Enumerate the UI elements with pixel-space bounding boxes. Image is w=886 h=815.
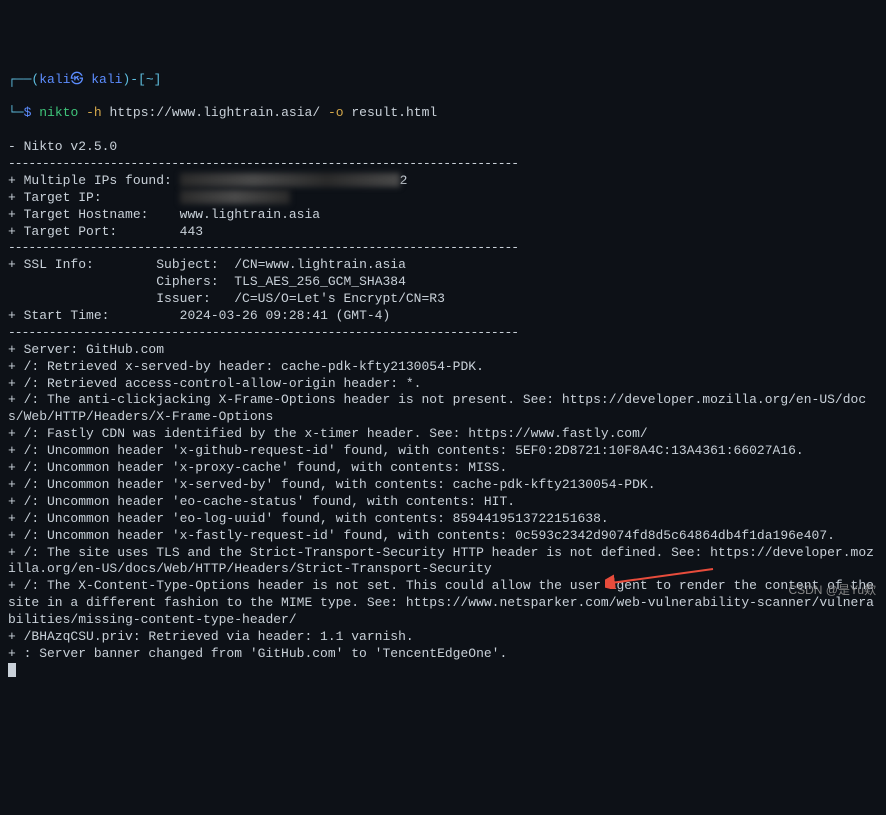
output-line: + /: Retrieved x-served-by header: cache… — [8, 359, 484, 374]
separator: ----------------------------------------… — [8, 156, 518, 171]
redacted-block — [180, 173, 400, 187]
output-line: + /: Uncommon header 'x-served-by' found… — [8, 477, 656, 492]
output-line: + /: Uncommon header 'eo-cache-status' f… — [8, 494, 515, 509]
output-line: + /: Uncommon header 'eo-log-uuid' found… — [8, 511, 609, 526]
output-line: + /: The X-Content-Type-Options header i… — [8, 578, 882, 627]
ssl-issuer-line: Issuer: /C=US/O=Let's Encrypt/CN=R3 — [8, 291, 445, 306]
output-line: + /: Uncommon header 'x-github-request-i… — [8, 443, 804, 458]
target-hostname-line: + Target Hostname: www.lightrain.asia — [8, 207, 320, 222]
ssl-subject-line: + SSL Info: Subject: /CN=www.lightrain.a… — [8, 257, 406, 272]
redacted-block — [180, 190, 290, 204]
output-line: + /BHAzqCSU.priv: Retrieved via header: … — [8, 629, 414, 644]
target-port-line: + Target Port: 443 — [8, 224, 203, 239]
start-time-line: + Start Time: 2024-03-26 09:28:41 (GMT-4… — [8, 308, 390, 323]
cursor — [8, 663, 16, 677]
output-line: + Server: GitHub.com — [8, 342, 164, 357]
target-ip-line: + Target IP: — [8, 190, 290, 205]
multi-ip-line: + Multiple IPs found: 2 — [8, 173, 407, 188]
prompt-line-2[interactable]: └─$ nikto -h https://www.lightrain.asia/… — [8, 105, 878, 122]
output-line: + : Server banner changed from 'GitHub.c… — [8, 646, 507, 661]
prompt-line-1: ┌──(kali㉿ kali)-[~] — [8, 72, 878, 89]
output-line: + /: The anti-clickjacking X-Frame-Optio… — [8, 392, 866, 424]
output-line: + /: Retrieved access-control-allow-orig… — [8, 376, 421, 391]
watermark: CSDN @是Yu欸 — [788, 583, 876, 599]
separator: ----------------------------------------… — [8, 240, 518, 255]
output-line: + /: Uncommon header 'x-fastly-request-i… — [8, 528, 835, 543]
output-line: + /: The site uses TLS and the Strict-Tr… — [8, 545, 874, 577]
separator: ----------------------------------------… — [8, 325, 518, 340]
output-line: + /: Fastly CDN was identified by the x-… — [8, 426, 648, 441]
version-line: - Nikto v2.5.0 — [8, 139, 117, 154]
output-line: + /: Uncommon header 'x-proxy-cache' fou… — [8, 460, 507, 475]
ssl-ciphers-line: Ciphers: TLS_AES_256_GCM_SHA384 — [8, 274, 406, 289]
